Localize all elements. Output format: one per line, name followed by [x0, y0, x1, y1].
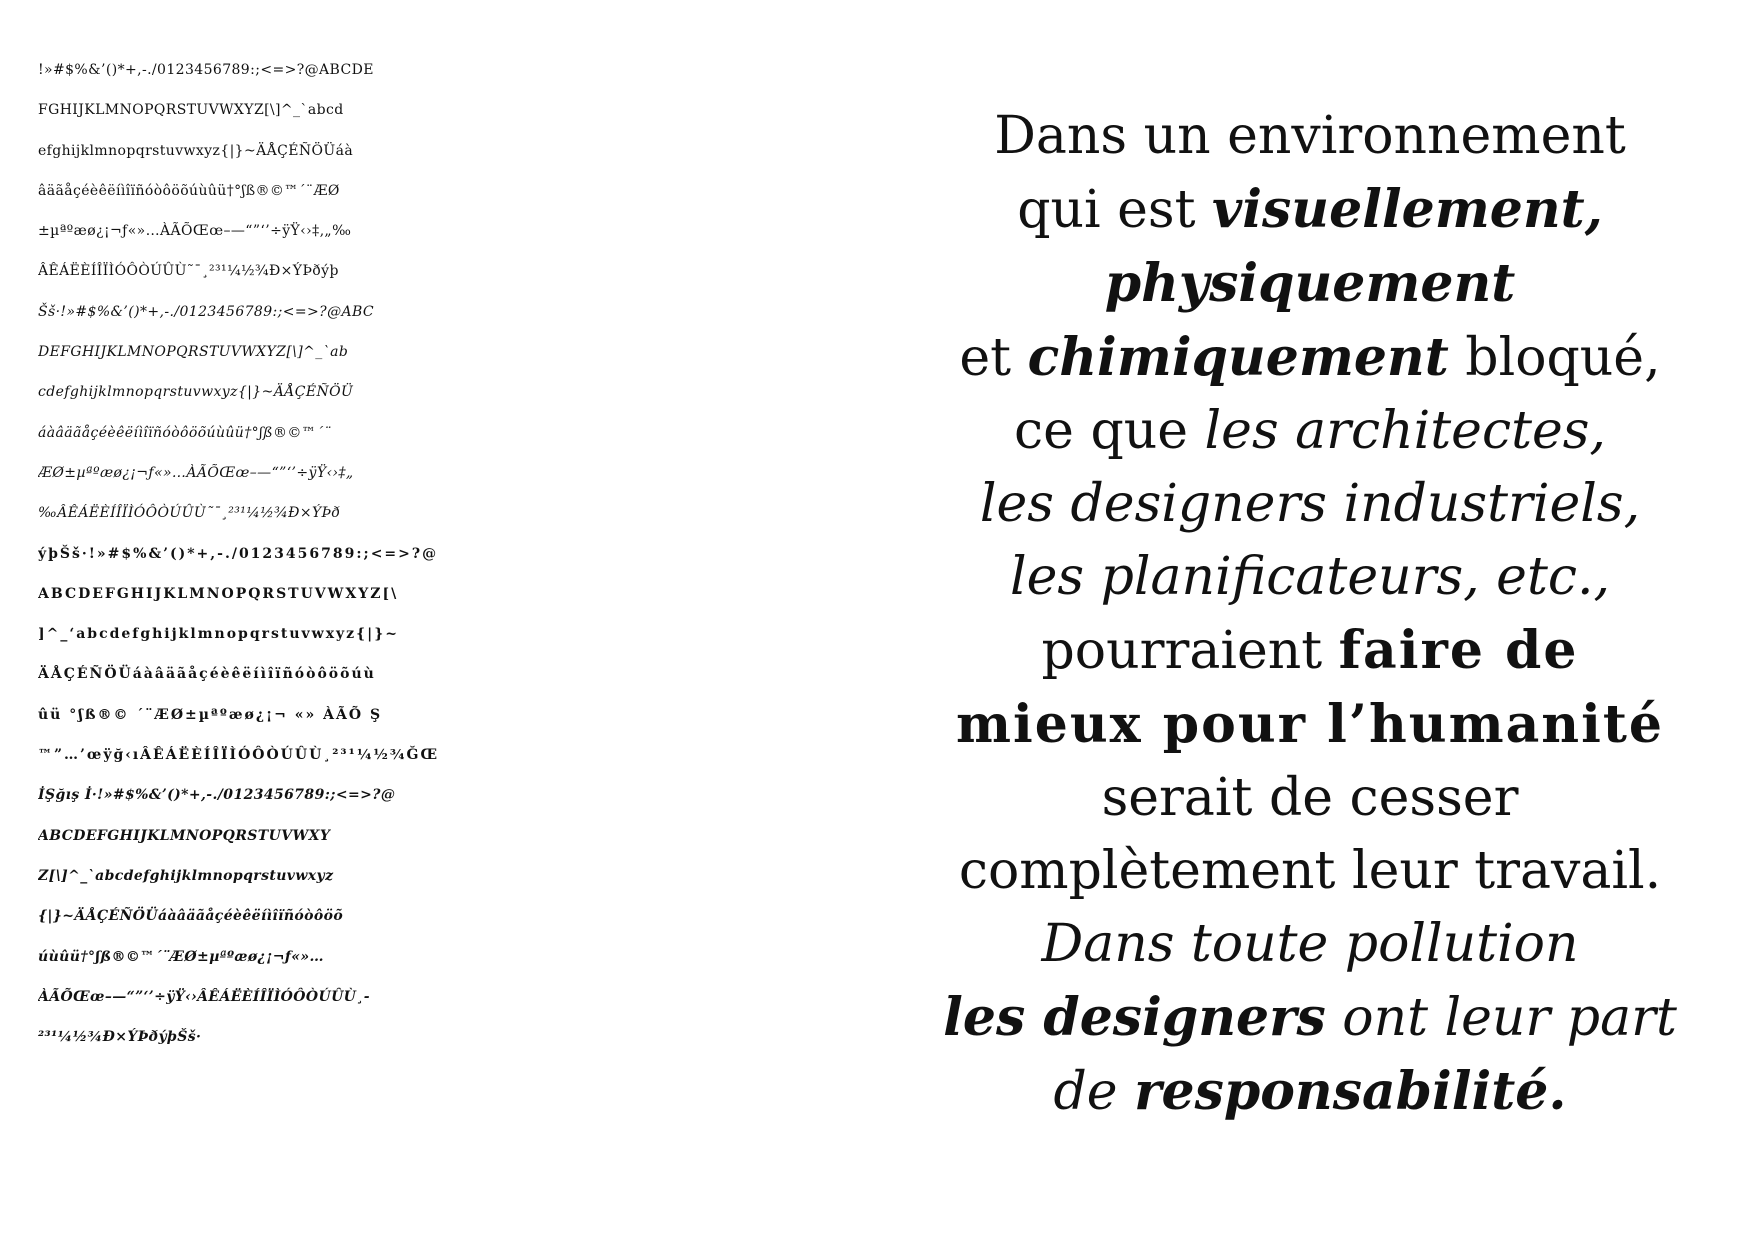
- quote-line: les designers industriels,: [910, 468, 1710, 541]
- specimen-line: ABCDEFGHIJKLMNOPQRSTUVWXY: [38, 827, 331, 844]
- quote-line: complètement leur travail.: [910, 835, 1710, 908]
- quote-line: les designers ont leur part: [910, 981, 1710, 1055]
- quote-line: qui est visuellement,: [910, 173, 1710, 247]
- quote-segment: les planificateurs, etc.,: [1009, 547, 1611, 607]
- quote-segment: complètement leur travail.: [958, 841, 1662, 901]
- quote-segment: faire de: [1338, 620, 1579, 681]
- quote-segment: et: [959, 328, 1028, 388]
- quote-line: Dans un environnement: [910, 100, 1710, 173]
- specimen-line: ™”…’œÿğ‹ıÂÊÁËÈÍÎÏÌÓÔÒÚÛÙ¸²³¹¼½¾ĞŒ: [38, 747, 439, 764]
- quote-segment: serait de cesser: [1101, 768, 1519, 828]
- quote-segment: les designers: [943, 987, 1326, 1048]
- quote-segment: mieux pour l’humanité: [956, 694, 1664, 755]
- quote-segment: les designers industriels,: [979, 474, 1641, 534]
- quote-line: pourraient faire de: [910, 614, 1710, 688]
- specimen-line: ‰ÂÊÁËÈÍÎÏÌÓÔÒÚÛÙ˜¯¸²³¹¼½¾Ð×ÝÞð: [38, 505, 341, 522]
- specimen-line: âäãåçéèêëíìîïñóòôöõúùûü†°ʃß®©™´¨ÆØ: [38, 182, 340, 199]
- specimen-line: áàâäãåçéèêëíìîïñóòôöõúùûü†°ʃß®©™´¨: [38, 424, 331, 441]
- specimen-line: ÂÊÁËÈÍÎÏÌÓÔÒÚÛÙ˜¯¸²³¹¼½¾Ð×ÝÞðýþ: [38, 263, 339, 280]
- specimen-line: ÆØ±µªºæø¿¡¬ƒ«»…ÀÃÕŒœ–—“”‘’÷ÿŸ‹›‡„: [38, 464, 354, 481]
- specimen-line: ÀÃÕŒœ–—“”‘’÷ÿŸ‹›ÂÊÁËÈÍÎÏÌÓÔÒÚÛÙ¸-: [38, 988, 370, 1005]
- specimen-line: ýþŠš·!»#$%&’()*+,-./0123456789:;<=>?@: [38, 545, 439, 562]
- quote-segment: chimiquement: [1027, 327, 1449, 388]
- quote-segment: Dans toute pollution: [1041, 914, 1579, 974]
- specimen-line: ABCDEFGHIJKLMNOPQRSTUVWXYZ[\: [38, 585, 399, 602]
- specimen-line: ]^_‘abcdefghijklmnopqrstuvwxyz{|}~: [38, 626, 399, 643]
- quote-segment: ce que: [1014, 401, 1205, 461]
- quote-line: de responsabilité.: [910, 1055, 1710, 1129]
- specimen-line: İŞğış İ·!»#$%&’()*+,-./0123456789:;<=>?@: [38, 787, 396, 804]
- quote-line: Dans toute pollution: [910, 908, 1710, 981]
- specimen-line: {|}~ÄÅÇÉÑÖÜáàâäãåçéèêëíìîïñóòôöõ: [38, 908, 344, 925]
- quote-segment: [1326, 988, 1343, 1048]
- specimen-line: FGHIJKLMNOPQRSTUVWXYZ[\]^_`abcd: [38, 102, 344, 119]
- quote-line: les planificateurs, etc.,: [910, 541, 1710, 614]
- quote-segment: bloqué,: [1448, 328, 1661, 388]
- specimen-line: DEFGHIJKLMNOPQRSTUVWXYZ[\]^_`ab: [38, 344, 349, 361]
- specimen-line: ûü °ʃß®© ´¨ÆØ±µªºæø¿¡¬ «» ÀÃÕ Ş: [38, 706, 383, 723]
- specimen-line: ÄÅÇÉÑÖÜáàâäãåçéèêëíìîïñóòôöõúù: [38, 666, 376, 683]
- quote-segment: ont leur part: [1342, 988, 1677, 1048]
- quote-line: physiquement: [910, 247, 1710, 321]
- quote-segment: responsabilité.: [1134, 1061, 1567, 1122]
- quote-segment: pourraient: [1041, 621, 1339, 681]
- specimen-line: ±µªºæø¿¡¬ƒ«»…ÀÃÕŒœ–—“”‘’÷ÿŸ‹›‡‚„‰: [38, 223, 352, 240]
- specimen-line: cdefghijklmnopqrstuvwxyz{|}~ÄÅÇÉÑÖÜ: [38, 384, 354, 401]
- quote-segment: les architectes,: [1204, 401, 1606, 461]
- quote-segment: qui est: [1017, 180, 1213, 240]
- quote-line: serait de cesser: [910, 762, 1710, 835]
- specimen-line: efghijklmnopqrstuvwxyz{|}~ÄÅÇÉÑÖÜáà: [38, 142, 354, 159]
- quote-line: et chimiquement bloqué,: [910, 321, 1710, 395]
- glyph-specimen: !»#$%&’()*+,-./0123456789:;<=>?@ABCDE FGH…: [38, 50, 828, 1180]
- quote-segment: de: [1053, 1062, 1135, 1122]
- specimen-line: Šš·!»#$%&’()*+,-./0123456789:;<=>?@ABC: [38, 303, 375, 320]
- quote-segment: physiquement: [1104, 253, 1516, 314]
- quote-text: Dans un environnement qui est visuellemen…: [910, 100, 1710, 1129]
- specimen-line: úùûü†°ʃß®©™´¨ÆØ±µªºæø¿¡¬ƒ«»…: [38, 948, 324, 965]
- quote-line: mieux pour l’humanité: [910, 688, 1710, 762]
- specimen-line: Z[\]^_`abcdefghijklmnopqrstuvwxyz: [38, 867, 334, 884]
- quote-segment: Dans un environnement: [994, 106, 1626, 166]
- quote-segment: visuellement,: [1212, 179, 1603, 240]
- quote-line: ce que les architectes,: [910, 395, 1710, 468]
- specimen-line: !»#$%&’()*+,-./0123456789:;<=>?@ABCDE: [38, 62, 374, 78]
- specimen-line: ²³¹¼½¾Ð×ÝÞðýþŠš·: [38, 1029, 202, 1046]
